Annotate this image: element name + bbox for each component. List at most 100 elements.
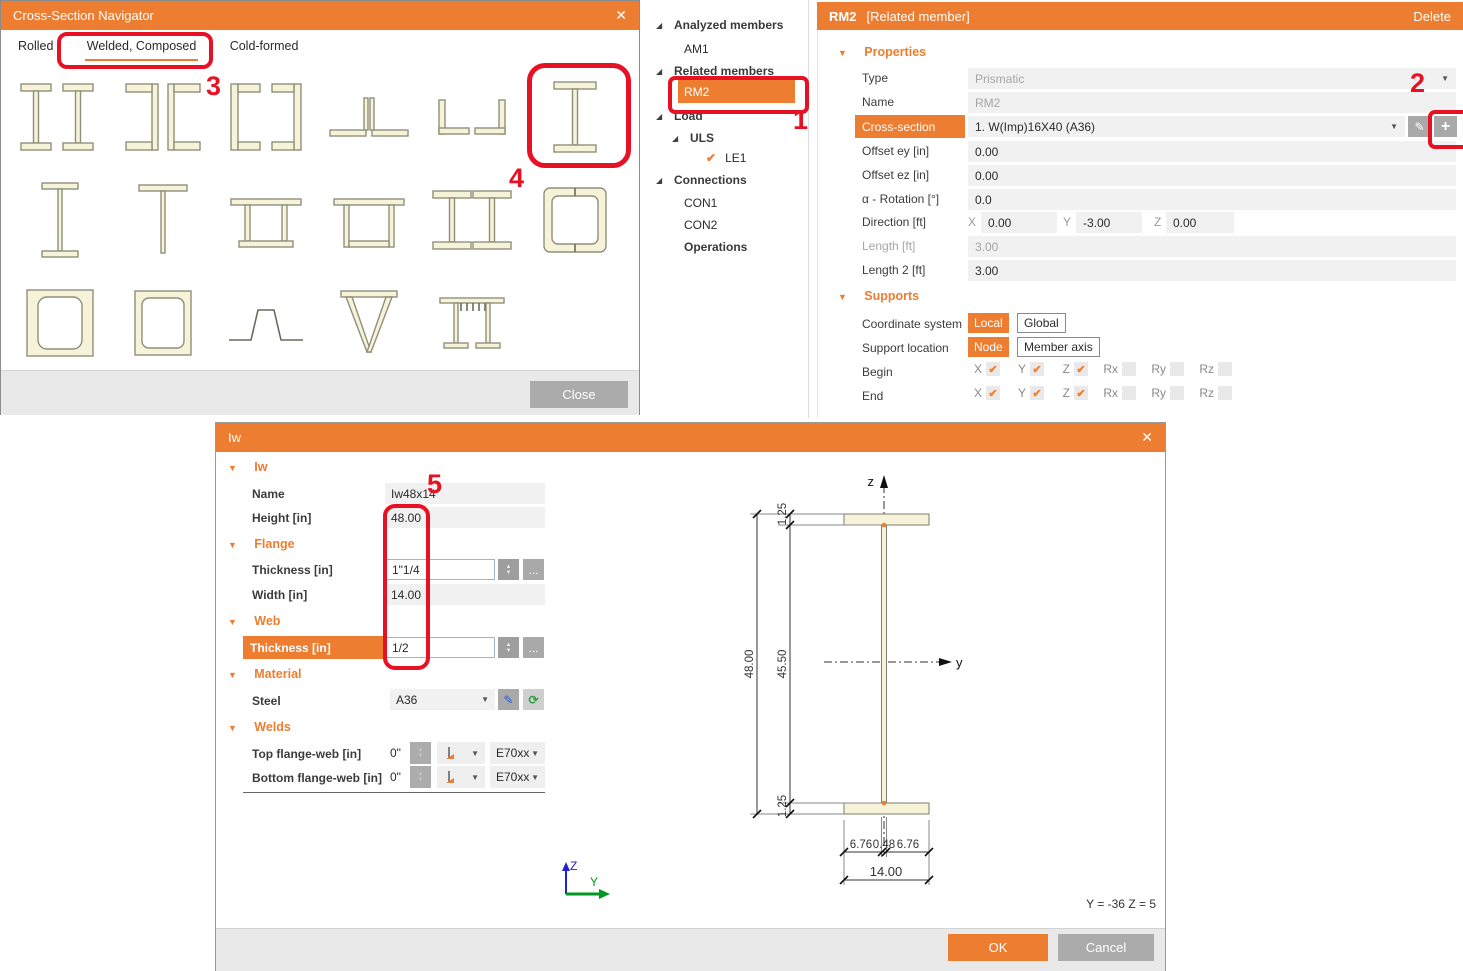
tree-item-analyzed-members[interactable]: ◢ Analyzed members [656, 17, 806, 33]
section-icon-slender-I[interactable] [8, 168, 111, 271]
tree-item-uls[interactable]: ◢ ULS [672, 130, 802, 146]
type-field[interactable]: Prismatic ▼ [968, 68, 1456, 89]
expander-icon[interactable]: ◢ [656, 112, 674, 121]
direction-y-field[interactable]: -3.00 [1076, 212, 1142, 233]
flange-thickness-more-button[interactable]: ... [523, 559, 544, 580]
tree-item-rm2[interactable]: RM2 [678, 80, 795, 103]
support-node-button[interactable]: Node [968, 337, 1009, 357]
navigator-close-icon[interactable]: ✕ [615, 7, 627, 24]
direction-z-field[interactable]: 0.00 [1166, 212, 1234, 233]
coordinate-local-button[interactable]: Local [968, 313, 1009, 333]
steel-dropdown[interactable]: A36 ▼ [390, 689, 495, 710]
begin-y-checkbox[interactable]: ✔ [1030, 362, 1044, 376]
supports-section-header[interactable]: ▼ Supports [838, 289, 919, 303]
coordinate-global-button[interactable]: Global [1017, 313, 1066, 333]
web-section-header[interactable]: ▼ Web [228, 614, 280, 628]
add-cross-section-button[interactable]: + [1434, 116, 1457, 137]
end-ry-checkbox[interactable] [1170, 386, 1184, 400]
cross-section-dropdown[interactable]: 1. W(Imp)16X40 (A36) ▼ [968, 116, 1405, 137]
expander-icon[interactable]: ◢ [656, 176, 674, 185]
begin-z-checkbox[interactable]: ✔ [1074, 362, 1088, 376]
offset-ez-field[interactable]: 0.00 [968, 165, 1456, 186]
web-thickness-input[interactable]: 1/2 [385, 637, 495, 658]
checked-icon[interactable]: ✔ [706, 151, 716, 165]
flange-thickness-input[interactable]: 1"1/4 [385, 559, 495, 580]
section-icon-angles-channel[interactable] [420, 65, 523, 168]
spin-down-icon[interactable]: ▼ [506, 570, 512, 576]
flange-section-header[interactable]: ▼ Flange [228, 537, 295, 551]
offset-ey-field[interactable]: 0.00 [968, 141, 1456, 162]
spin-down-icon[interactable]: ▼ [506, 648, 512, 654]
tree-item-le1[interactable]: ✔ LE1 [706, 150, 806, 166]
delete-button[interactable]: Delete [1413, 9, 1451, 24]
weld-bottom-value[interactable]: 0" [390, 770, 401, 784]
section-icon-double-web-plates[interactable] [214, 168, 317, 271]
end-z-checkbox[interactable]: ✔ [1074, 386, 1088, 400]
web-thickness-more-button[interactable]: ... [523, 637, 544, 658]
section-icon-channels-toes-out[interactable] [111, 65, 214, 168]
begin-rz-checkbox[interactable] [1218, 362, 1232, 376]
iw-titlebar[interactable]: Iw ✕ [216, 423, 1165, 452]
weld-top-electrode-dropdown[interactable]: E70xx ▼ [490, 742, 545, 764]
end-y-checkbox[interactable]: ✔ [1030, 386, 1044, 400]
web-thickness-stepper[interactable]: ▲ ▼ [498, 637, 519, 658]
expander-icon[interactable]: ◢ [656, 21, 674, 30]
begin-rx-checkbox[interactable] [1122, 362, 1136, 376]
section-icon-plate-box[interactable] [111, 271, 214, 374]
section-icon-box-with-lid[interactable] [317, 168, 420, 271]
section-icon-welded-I[interactable] [523, 65, 626, 168]
tree-item-am1[interactable]: AM1 [684, 41, 804, 57]
material-section-header[interactable]: ▼ Material [228, 667, 302, 681]
iw-close-icon[interactable]: ✕ [1141, 429, 1153, 446]
end-rz-checkbox[interactable] [1218, 386, 1232, 400]
tree-item-con1[interactable]: CON1 [684, 195, 804, 211]
iw-height-field[interactable]: 48.00 [385, 507, 545, 528]
section-icon-composite-rail[interactable] [420, 271, 523, 374]
weld-top-value[interactable]: 0" [390, 746, 401, 760]
direction-x-field[interactable]: 0.00 [981, 212, 1057, 233]
iw-name-field[interactable]: Iw48x14 [385, 483, 545, 504]
expander-icon[interactable]: ◢ [672, 134, 690, 143]
tab-rolled[interactable]: Rolled [16, 33, 55, 59]
tree-item-related-members[interactable]: ◢ Related members [656, 63, 806, 79]
section-icon-vee[interactable] [317, 271, 420, 374]
flange-thickness-stepper[interactable]: ▲ ▼ [498, 559, 519, 580]
edit-cross-section-button[interactable]: ✎ [1408, 116, 1431, 137]
properties-section-header[interactable]: ▼ Properties [838, 45, 926, 59]
spin-down-icon[interactable]: ▼ [418, 753, 424, 759]
refresh-material-button[interactable]: ⟳ [523, 689, 544, 710]
end-rx-checkbox[interactable] [1122, 386, 1136, 400]
tree-item-connections[interactable]: ◢ Connections [656, 172, 806, 188]
name-field[interactable]: RM2 [968, 92, 1456, 113]
edit-material-button[interactable]: ✎ [498, 689, 519, 710]
expander-icon[interactable]: ◢ [656, 67, 674, 76]
welds-section-header[interactable]: ▼ Welds [228, 720, 291, 734]
weld-bottom-type-dropdown[interactable]: ▼ [437, 766, 485, 788]
section-icon-double-rolled-I[interactable] [420, 168, 523, 271]
rotation-field[interactable]: 0.0 [968, 189, 1456, 210]
navigator-titlebar[interactable]: Cross-Section Navigator ✕ [1, 1, 639, 30]
section-icon-welded-box[interactable] [8, 271, 111, 374]
tree-item-operations[interactable]: Operations [684, 239, 804, 255]
support-member-axis-button[interactable]: Member axis [1017, 337, 1100, 357]
close-button[interactable]: Close [530, 381, 628, 408]
section-icon-channels-box[interactable] [523, 168, 626, 271]
ok-button[interactable]: OK [948, 934, 1048, 961]
section-icon-tee[interactable] [111, 168, 214, 271]
tree-item-load[interactable]: ◢ Load [656, 108, 806, 124]
section-icon-double-I[interactable] [8, 65, 111, 168]
length2-field[interactable]: 3.00 [968, 260, 1456, 281]
section-icon-channels-toes-in[interactable] [214, 65, 317, 168]
spin-down-icon[interactable]: ▼ [418, 777, 424, 783]
begin-x-checkbox[interactable]: ✔ [986, 362, 1000, 376]
weld-top-type-dropdown[interactable]: ▼ [437, 742, 485, 764]
iw-section-header[interactable]: ▼ Iw [228, 460, 267, 474]
tree-item-con2[interactable]: CON2 [684, 217, 804, 233]
end-x-checkbox[interactable]: ✔ [986, 386, 1000, 400]
section-icon-hat[interactable] [214, 271, 317, 374]
section-icon-angles-tee[interactable] [317, 65, 420, 168]
weld-bottom-electrode-dropdown[interactable]: E70xx ▼ [490, 766, 545, 788]
flange-width-field[interactable]: 14.00 [385, 584, 545, 605]
weld-top-stepper[interactable]: ▲ ▼ [410, 742, 431, 764]
weld-bottom-stepper[interactable]: ▲ ▼ [410, 766, 431, 788]
